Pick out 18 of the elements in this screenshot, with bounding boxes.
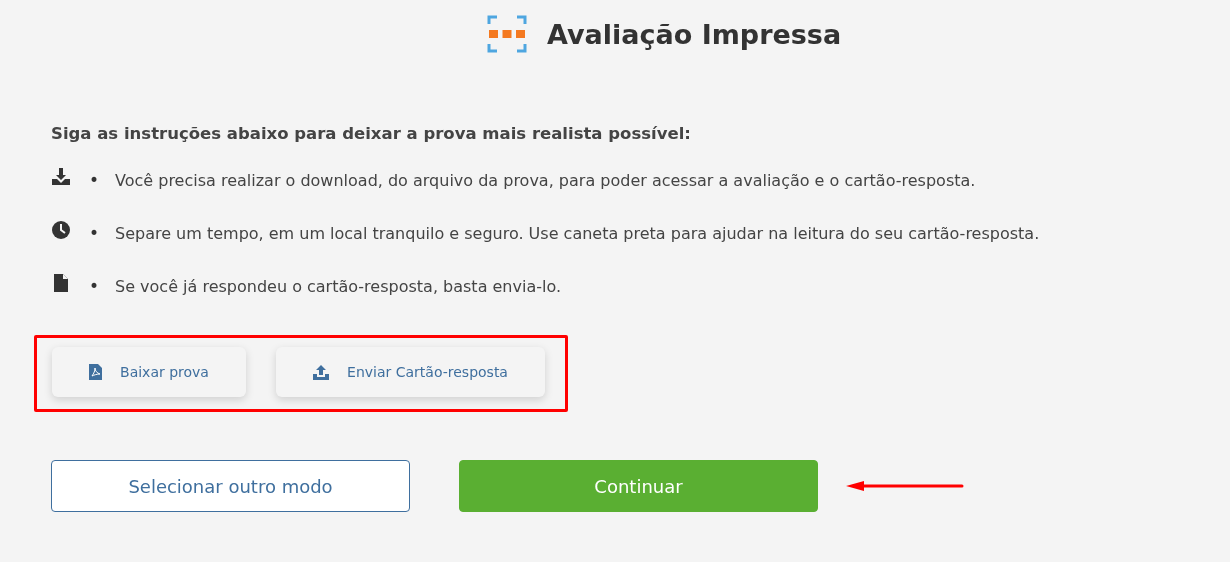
file-icon [51,273,71,293]
instruction-text: Separe um tempo, em um local tranquilo e seguro. Use caneta preta para ajudar na leitura do seu cartão-resposta. [115,223,1040,243]
instructions-heading: Siga as instruções abaixo para deixar a prova mais realista possível: [51,124,692,143]
pdf-icon [89,364,103,380]
instruction-text: Você precisa realizar o download, do arquivo da prova, para poder acessar a avaliação e o cartão-resposta. [115,170,976,190]
download-button[interactable]: Baixar prova [52,347,246,397]
select-mode-button[interactable]: Selecionar outro modo [51,460,410,512]
bullet: • [89,276,101,296]
download-icon [51,167,71,187]
bullet: • [89,170,101,190]
clock-icon [51,220,71,240]
upload-icon [313,364,330,380]
bullet: • [89,223,101,243]
scan-logo-icon [487,14,527,54]
instruction-text: Se você já respondeu o cartão-resposta, basta envia-lo. [115,276,562,296]
continue-button[interactable]: Continuar [459,460,818,512]
upload-button[interactable]: Enviar Cartão-resposta [276,347,545,397]
page-title: Avaliação Impressa [547,18,842,50]
